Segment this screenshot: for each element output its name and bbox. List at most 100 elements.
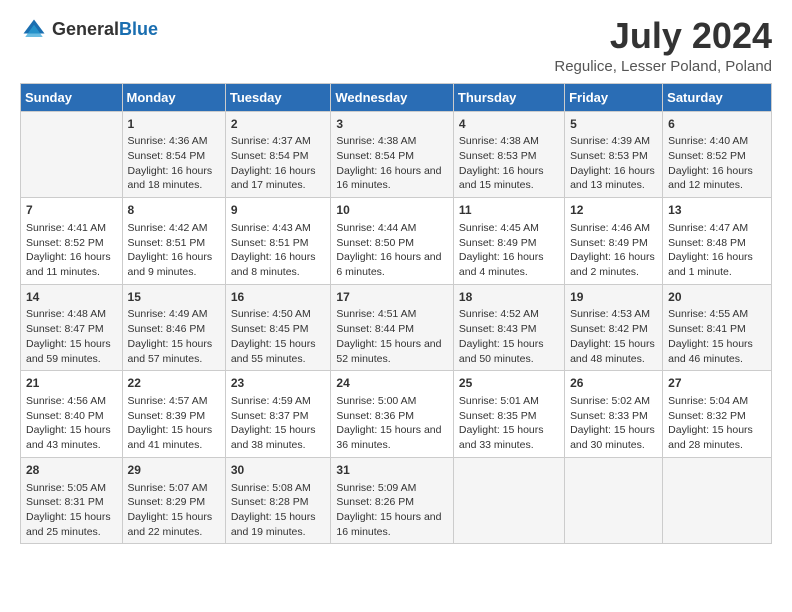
header-row: SundayMondayTuesdayWednesdayThursdayFrid…: [21, 83, 772, 111]
cell-content: Sunrise: 4:56 AM Sunset: 8:40 PM Dayligh…: [26, 394, 117, 453]
table-cell: 3Sunrise: 4:38 AM Sunset: 8:54 PM Daylig…: [331, 111, 454, 198]
day-number: 20: [668, 289, 766, 306]
day-number: 30: [231, 462, 326, 479]
day-number: 26: [570, 375, 657, 392]
day-number: 25: [459, 375, 559, 392]
cell-content: Sunrise: 5:00 AM Sunset: 8:36 PM Dayligh…: [336, 394, 448, 453]
day-number: 11: [459, 202, 559, 219]
day-number: 21: [26, 375, 117, 392]
main-title: July 2024: [554, 16, 772, 56]
table-cell: 25 Sunrise: 5:01 AM Sunset: 8:35 PM Dayli…: [453, 371, 564, 458]
table-cell: 7 Sunrise: 4:41 AM Sunset: 8:52 PM Daylig…: [21, 198, 123, 285]
table-cell: 31 Sunrise: 5:09 AM Sunset: 8:26 PM Dayli…: [331, 457, 454, 544]
table-row: 28Sunrise: 5:05 AM Sunset: 8:31 PM Dayli…: [21, 457, 772, 544]
table-cell: 20Sunrise: 4:55 AM Sunset: 8:41 PM Dayli…: [663, 284, 772, 371]
cell-content: Sunrise: 4:46 AM Sunset: 8:49 PM Dayligh…: [570, 221, 657, 280]
column-header-tuesday: Tuesday: [225, 83, 331, 111]
day-number: 7: [26, 202, 117, 219]
table-cell: 24 Sunrise: 5:00 AM Sunset: 8:36 PM Dayli…: [331, 371, 454, 458]
table-cell: 17Sunrise: 4:51 AM Sunset: 8:44 PM Dayli…: [331, 284, 454, 371]
cell-content: Sunrise: 5:04 AM Sunset: 8:32 PM Dayligh…: [668, 394, 766, 453]
cell-content: Sunrise: 5:01 AM Sunset: 8:35 PM Dayligh…: [459, 394, 559, 453]
table-cell: [21, 111, 123, 198]
header: GeneralBlue July 2024 Regulice, Lesser P…: [20, 16, 772, 75]
table-cell: 22 Sunrise: 4:57 AM Sunset: 8:39 PM Dayli…: [122, 371, 225, 458]
table-cell: 15Sunrise: 4:49 AM Sunset: 8:46 PM Dayli…: [122, 284, 225, 371]
cell-content: Sunrise: 4:38 AM Sunset: 8:54 PM Dayligh…: [336, 134, 448, 193]
day-number: 24: [336, 375, 448, 392]
table-cell: 13 Sunrise: 4:47 AM Sunset: 8:48 PM Dayli…: [663, 198, 772, 285]
cell-content: Sunrise: 5:02 AM Sunset: 8:33 PM Dayligh…: [570, 394, 657, 453]
cell-content: Sunrise: 4:50 AM Sunset: 8:45 PM Dayligh…: [231, 307, 326, 366]
cell-content: Sunrise: 4:51 AM Sunset: 8:44 PM Dayligh…: [336, 307, 448, 366]
table-cell: 9 Sunrise: 4:43 AM Sunset: 8:51 PM Daylig…: [225, 198, 331, 285]
day-number: 27: [668, 375, 766, 392]
day-number: 22: [128, 375, 220, 392]
title-area: July 2024 Regulice, Lesser Poland, Polan…: [554, 16, 772, 75]
table-cell: 18Sunrise: 4:52 AM Sunset: 8:43 PM Dayli…: [453, 284, 564, 371]
table-cell: 29 Sunrise: 5:07 AM Sunset: 8:29 PM Dayli…: [122, 457, 225, 544]
column-header-friday: Friday: [565, 83, 663, 111]
column-header-wednesday: Wednesday: [331, 83, 454, 111]
cell-content: Sunrise: 4:41 AM Sunset: 8:52 PM Dayligh…: [26, 221, 117, 280]
cell-content: Sunrise: 4:36 AM Sunset: 8:54 PM Dayligh…: [128, 134, 220, 193]
day-number: 12: [570, 202, 657, 219]
table-cell: 26 Sunrise: 5:02 AM Sunset: 8:33 PM Dayli…: [565, 371, 663, 458]
table-header: SundayMondayTuesdayWednesdayThursdayFrid…: [21, 83, 772, 111]
day-number: 28: [26, 462, 117, 479]
cell-content: Sunrise: 4:59 AM Sunset: 8:37 PM Dayligh…: [231, 394, 326, 453]
day-number: 9: [231, 202, 326, 219]
table-cell: 14Sunrise: 4:48 AM Sunset: 8:47 PM Dayli…: [21, 284, 123, 371]
cell-content: Sunrise: 4:47 AM Sunset: 8:48 PM Dayligh…: [668, 221, 766, 280]
table-row: 1Sunrise: 4:36 AM Sunset: 8:54 PM Daylig…: [21, 111, 772, 198]
cell-content: Sunrise: 5:09 AM Sunset: 8:26 PM Dayligh…: [336, 481, 448, 540]
cell-content: Sunrise: 4:39 AM Sunset: 8:53 PM Dayligh…: [570, 134, 657, 193]
day-number: 3: [336, 116, 448, 133]
logo-icon: [20, 16, 48, 44]
column-header-saturday: Saturday: [663, 83, 772, 111]
logo: GeneralBlue: [20, 16, 158, 44]
column-header-thursday: Thursday: [453, 83, 564, 111]
cell-content: Sunrise: 4:40 AM Sunset: 8:52 PM Dayligh…: [668, 134, 766, 193]
cell-content: Sunrise: 5:07 AM Sunset: 8:29 PM Dayligh…: [128, 481, 220, 540]
cell-content: Sunrise: 4:57 AM Sunset: 8:39 PM Dayligh…: [128, 394, 220, 453]
subtitle: Regulice, Lesser Poland, Poland: [554, 58, 772, 75]
table-row: 21 Sunrise: 4:56 AM Sunset: 8:40 PM Dayli…: [21, 371, 772, 458]
day-number: 15: [128, 289, 220, 306]
table-cell: 8Sunrise: 4:42 AM Sunset: 8:51 PM Daylig…: [122, 198, 225, 285]
day-number: 6: [668, 116, 766, 133]
table-cell: [663, 457, 772, 544]
day-number: 18: [459, 289, 559, 306]
day-number: 19: [570, 289, 657, 306]
table-cell: 28Sunrise: 5:05 AM Sunset: 8:31 PM Dayli…: [21, 457, 123, 544]
cell-content: Sunrise: 5:08 AM Sunset: 8:28 PM Dayligh…: [231, 481, 326, 540]
cell-content: Sunrise: 4:52 AM Sunset: 8:43 PM Dayligh…: [459, 307, 559, 366]
day-number: 4: [459, 116, 559, 133]
logo-text-general: General: [52, 19, 119, 39]
table-cell: 4Sunrise: 4:38 AM Sunset: 8:53 PM Daylig…: [453, 111, 564, 198]
cell-content: Sunrise: 4:38 AM Sunset: 8:53 PM Dayligh…: [459, 134, 559, 193]
day-number: 29: [128, 462, 220, 479]
cell-content: Sunrise: 4:49 AM Sunset: 8:46 PM Dayligh…: [128, 307, 220, 366]
column-header-monday: Monday: [122, 83, 225, 111]
day-number: 14: [26, 289, 117, 306]
cell-content: Sunrise: 4:42 AM Sunset: 8:51 PM Dayligh…: [128, 221, 220, 280]
table-cell: 27 Sunrise: 5:04 AM Sunset: 8:32 PM Dayli…: [663, 371, 772, 458]
cell-content: Sunrise: 4:48 AM Sunset: 8:47 PM Dayligh…: [26, 307, 117, 366]
day-number: 17: [336, 289, 448, 306]
table-cell: 21 Sunrise: 4:56 AM Sunset: 8:40 PM Dayli…: [21, 371, 123, 458]
table-cell: 1Sunrise: 4:36 AM Sunset: 8:54 PM Daylig…: [122, 111, 225, 198]
day-number: 16: [231, 289, 326, 306]
table-cell: 6Sunrise: 4:40 AM Sunset: 8:52 PM Daylig…: [663, 111, 772, 198]
day-number: 31: [336, 462, 448, 479]
day-number: 13: [668, 202, 766, 219]
table-cell: [453, 457, 564, 544]
day-number: 23: [231, 375, 326, 392]
table-cell: 5Sunrise: 4:39 AM Sunset: 8:53 PM Daylig…: [565, 111, 663, 198]
table-cell: 23 Sunrise: 4:59 AM Sunset: 8:37 PM Dayli…: [225, 371, 331, 458]
day-number: 1: [128, 116, 220, 133]
cell-content: Sunrise: 4:55 AM Sunset: 8:41 PM Dayligh…: [668, 307, 766, 366]
cell-content: Sunrise: 4:43 AM Sunset: 8:51 PM Dayligh…: [231, 221, 326, 280]
cell-content: Sunrise: 4:37 AM Sunset: 8:54 PM Dayligh…: [231, 134, 326, 193]
column-header-sunday: Sunday: [21, 83, 123, 111]
